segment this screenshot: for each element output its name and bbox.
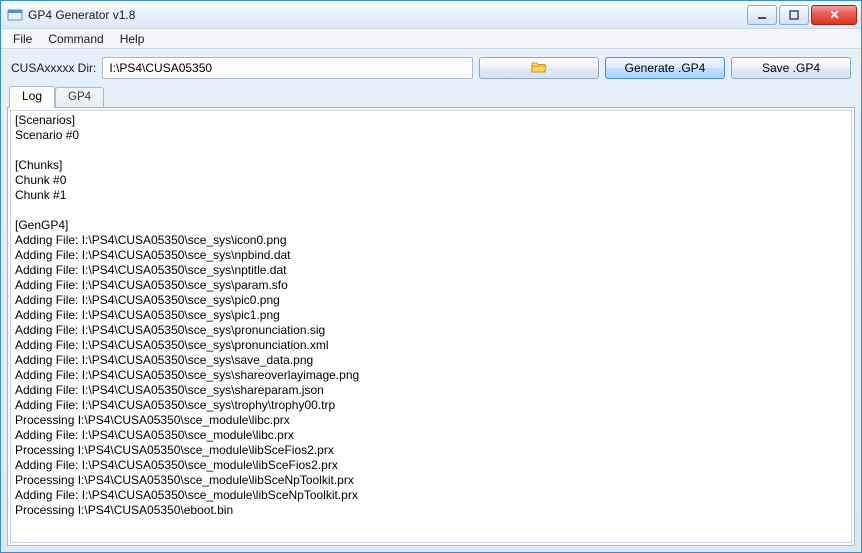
app-window: GP4 Generator v1.8 File Command Help CUS…	[0, 0, 862, 553]
tab-gp4[interactable]: GP4	[55, 87, 104, 109]
app-icon	[7, 7, 23, 23]
close-button[interactable]	[811, 5, 857, 25]
dir-input[interactable]	[102, 57, 473, 79]
maximize-button[interactable]	[779, 5, 809, 25]
tab-log[interactable]: Log	[9, 86, 55, 108]
save-button[interactable]: Save .GP4	[731, 57, 851, 79]
generate-button[interactable]: Generate .GP4	[605, 57, 725, 79]
dir-label: CUSAxxxxx Dir:	[11, 61, 96, 75]
titlebar[interactable]: GP4 Generator v1.8	[1, 1, 861, 29]
minimize-button[interactable]	[747, 5, 777, 25]
tab-content: [Scenarios] Scenario #0 [Chunks] Chunk #…	[7, 107, 855, 546]
menu-file[interactable]: File	[5, 30, 40, 48]
browse-button[interactable]	[479, 57, 599, 79]
window-controls	[745, 5, 857, 25]
toolbar: CUSAxxxxx Dir: Generate .GP4 Save .GP4	[1, 49, 861, 85]
tabs-area: Log GP4 [Scenarios] Scenario #0 [Chunks]…	[7, 85, 855, 546]
tab-strip: Log GP4	[7, 85, 855, 107]
folder-open-icon	[531, 60, 547, 77]
log-output[interactable]: [Scenarios] Scenario #0 [Chunks] Chunk #…	[10, 110, 852, 543]
window-title: GP4 Generator v1.8	[28, 8, 745, 22]
menubar: File Command Help	[1, 29, 861, 49]
menu-command[interactable]: Command	[40, 30, 111, 48]
menu-help[interactable]: Help	[112, 30, 153, 48]
